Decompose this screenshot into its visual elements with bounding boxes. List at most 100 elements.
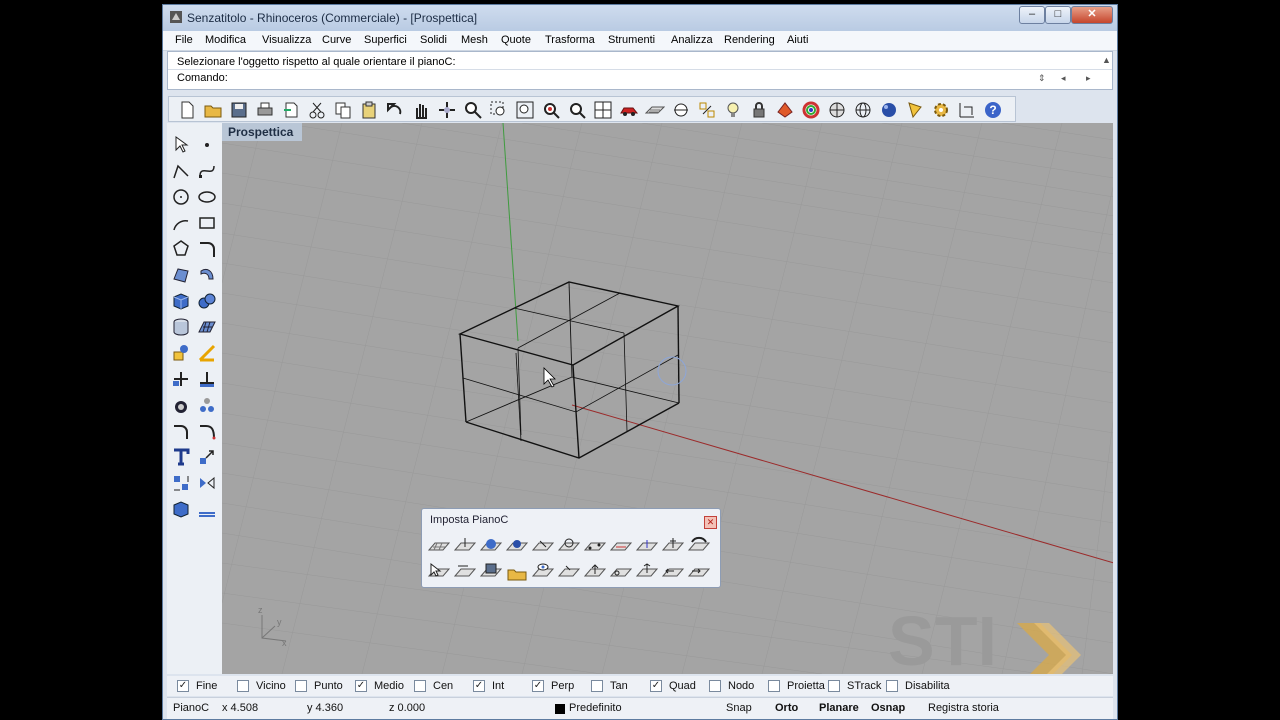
osnap-nodo-checkbox[interactable] xyxy=(709,680,721,692)
osnap-toggle-icon[interactable] xyxy=(697,100,717,120)
command-right-icon[interactable]: ▸ xyxy=(1086,73,1091,84)
shaded-sphere-icon[interactable] xyxy=(827,100,847,120)
import-icon[interactable] xyxy=(281,100,301,120)
osnap-perp-checkbox[interactable]: ✓ xyxy=(532,680,544,692)
viewport-scrollbar[interactable] xyxy=(1113,123,1117,674)
cplane-back-icon[interactable] xyxy=(662,562,684,582)
osnap-medio-checkbox[interactable]: ✓ xyxy=(355,680,367,692)
copy-icon[interactable] xyxy=(333,100,353,120)
mirror-icon[interactable] xyxy=(197,473,217,493)
osnap-punto-checkbox[interactable] xyxy=(295,680,307,692)
set-cplane-icon[interactable] xyxy=(645,100,665,120)
pan-hand-icon[interactable] xyxy=(411,100,431,120)
cplane-toolbar-palette[interactable]: Imposta PianoC ✕ xyxy=(421,508,721,588)
cplane-z-axis-icon[interactable] xyxy=(636,536,658,556)
paste-icon[interactable] xyxy=(359,100,379,120)
close-button[interactable]: ✕ xyxy=(1071,6,1113,24)
print-icon[interactable] xyxy=(255,100,275,120)
palette-close-button[interactable]: ✕ xyxy=(704,516,717,529)
osnap-vicino-checkbox[interactable] xyxy=(237,680,249,692)
dimension-tools-icon[interactable] xyxy=(957,100,977,120)
osnap-cen-checkbox[interactable] xyxy=(414,680,426,692)
command-left-icon[interactable]: ◂ xyxy=(1061,73,1066,84)
osnap-quad-checkbox[interactable]: ✓ xyxy=(650,680,662,692)
zoom-selected-icon[interactable] xyxy=(541,100,561,120)
viewport-tab[interactable]: Prospettica xyxy=(222,123,302,141)
solid-tools-icon[interactable] xyxy=(171,499,191,519)
curve-icon[interactable] xyxy=(197,161,217,181)
cut-icon[interactable] xyxy=(307,100,327,120)
status-layer[interactable]: Predefinito xyxy=(569,702,622,714)
menu-modifica[interactable]: Modifica xyxy=(205,34,246,46)
fillet-curve-icon[interactable] xyxy=(197,239,217,259)
cplane-to-object-icon[interactable] xyxy=(480,536,502,556)
command-spin-icon[interactable]: ⇕ xyxy=(1038,73,1046,84)
spotlight-icon[interactable] xyxy=(905,100,925,120)
rectangle-icon[interactable] xyxy=(197,213,217,233)
maximize-button[interactable]: □ xyxy=(1045,6,1071,24)
lightbulb-icon[interactable] xyxy=(723,100,743,120)
menu-curve[interactable]: Curve xyxy=(322,34,351,46)
point-icon[interactable] xyxy=(197,135,217,155)
car-render-icon[interactable] xyxy=(619,100,639,120)
wireframe-sphere-icon[interactable] xyxy=(853,100,873,120)
zoom-icon[interactable] xyxy=(463,100,483,120)
menu-visualizza[interactable]: Visualizza xyxy=(262,34,311,46)
osnap-tan-checkbox[interactable] xyxy=(591,680,603,692)
command-prompt[interactable]: Comando: xyxy=(177,72,228,84)
cplane-up-icon[interactable] xyxy=(584,562,606,582)
menu-mesh[interactable]: Mesh xyxy=(461,34,488,46)
status-planare-toggle[interactable]: Planare xyxy=(819,702,859,714)
split-icon[interactable] xyxy=(197,369,217,389)
cplane-move-icon[interactable] xyxy=(636,562,658,582)
status-orto-toggle[interactable]: Orto xyxy=(775,702,798,714)
text-object-icon[interactable] xyxy=(171,447,191,467)
cplane-previous-icon[interactable] xyxy=(558,562,580,582)
cplane-origin-icon[interactable] xyxy=(428,536,450,556)
options-gear-icon[interactable] xyxy=(931,100,951,120)
open-folder-icon[interactable] xyxy=(203,100,223,120)
box-solid-icon[interactable] xyxy=(171,291,191,311)
mesh-icon[interactable] xyxy=(197,317,217,337)
cplane-select-icon[interactable] xyxy=(428,562,450,582)
osnap-int-checkbox[interactable]: ✓ xyxy=(473,680,485,692)
polygon-icon[interactable] xyxy=(171,239,191,259)
boolean-union-icon[interactable] xyxy=(197,291,217,311)
cplane-three-point-icon[interactable] xyxy=(584,536,606,556)
polyline-icon[interactable] xyxy=(171,161,191,181)
cplane-x-axis-icon[interactable] xyxy=(610,536,632,556)
fillet-edge-icon[interactable] xyxy=(171,421,191,441)
rendered-sphere-icon[interactable] xyxy=(879,100,899,120)
cylinder-icon[interactable] xyxy=(171,317,191,337)
menu-strumenti[interactable]: Strumenti xyxy=(608,34,655,46)
menu-superfici[interactable]: Superfici xyxy=(364,34,407,46)
history-scroll-up-icon[interactable]: ▲ xyxy=(1102,55,1111,65)
four-viewports-icon[interactable] xyxy=(593,100,613,120)
undo-view-icon[interactable] xyxy=(567,100,587,120)
move-icon[interactable] xyxy=(197,447,217,467)
menu-file[interactable]: File xyxy=(175,34,193,46)
new-file-icon[interactable] xyxy=(177,100,197,120)
blend-curve-icon[interactable] xyxy=(197,421,217,441)
cplane-open-icon[interactable] xyxy=(506,562,528,582)
layer-icon[interactable] xyxy=(775,100,795,120)
dimension-icon[interactable] xyxy=(197,343,217,363)
status-osnap-toggle[interactable]: Osnap xyxy=(871,702,905,714)
status-record-history-toggle[interactable]: Registra storia xyxy=(928,702,999,714)
osnap-fine-checkbox[interactable]: ✓ xyxy=(177,680,189,692)
cplane-view-icon[interactable] xyxy=(662,536,684,556)
cplane-snap-icon[interactable] xyxy=(610,562,632,582)
analyze-tools-icon[interactable] xyxy=(171,343,191,363)
ellipse-icon[interactable] xyxy=(197,187,217,207)
undo-icon[interactable] xyxy=(385,100,405,120)
menu-solidi[interactable]: Solidi xyxy=(420,34,447,46)
color-wheel-icon[interactable] xyxy=(801,100,821,120)
transform-icon[interactable] xyxy=(171,473,191,493)
zoom-window-icon[interactable] xyxy=(489,100,509,120)
minimize-button[interactable]: – xyxy=(1019,6,1045,24)
lock-icon[interactable] xyxy=(749,100,769,120)
cplane-world-top-icon[interactable] xyxy=(688,536,710,556)
cplane-elevation-icon[interactable] xyxy=(454,536,476,556)
rotate-view-icon[interactable] xyxy=(437,100,457,120)
perspective-viewport[interactable]: z y x STI Prospettica xyxy=(222,123,1114,674)
